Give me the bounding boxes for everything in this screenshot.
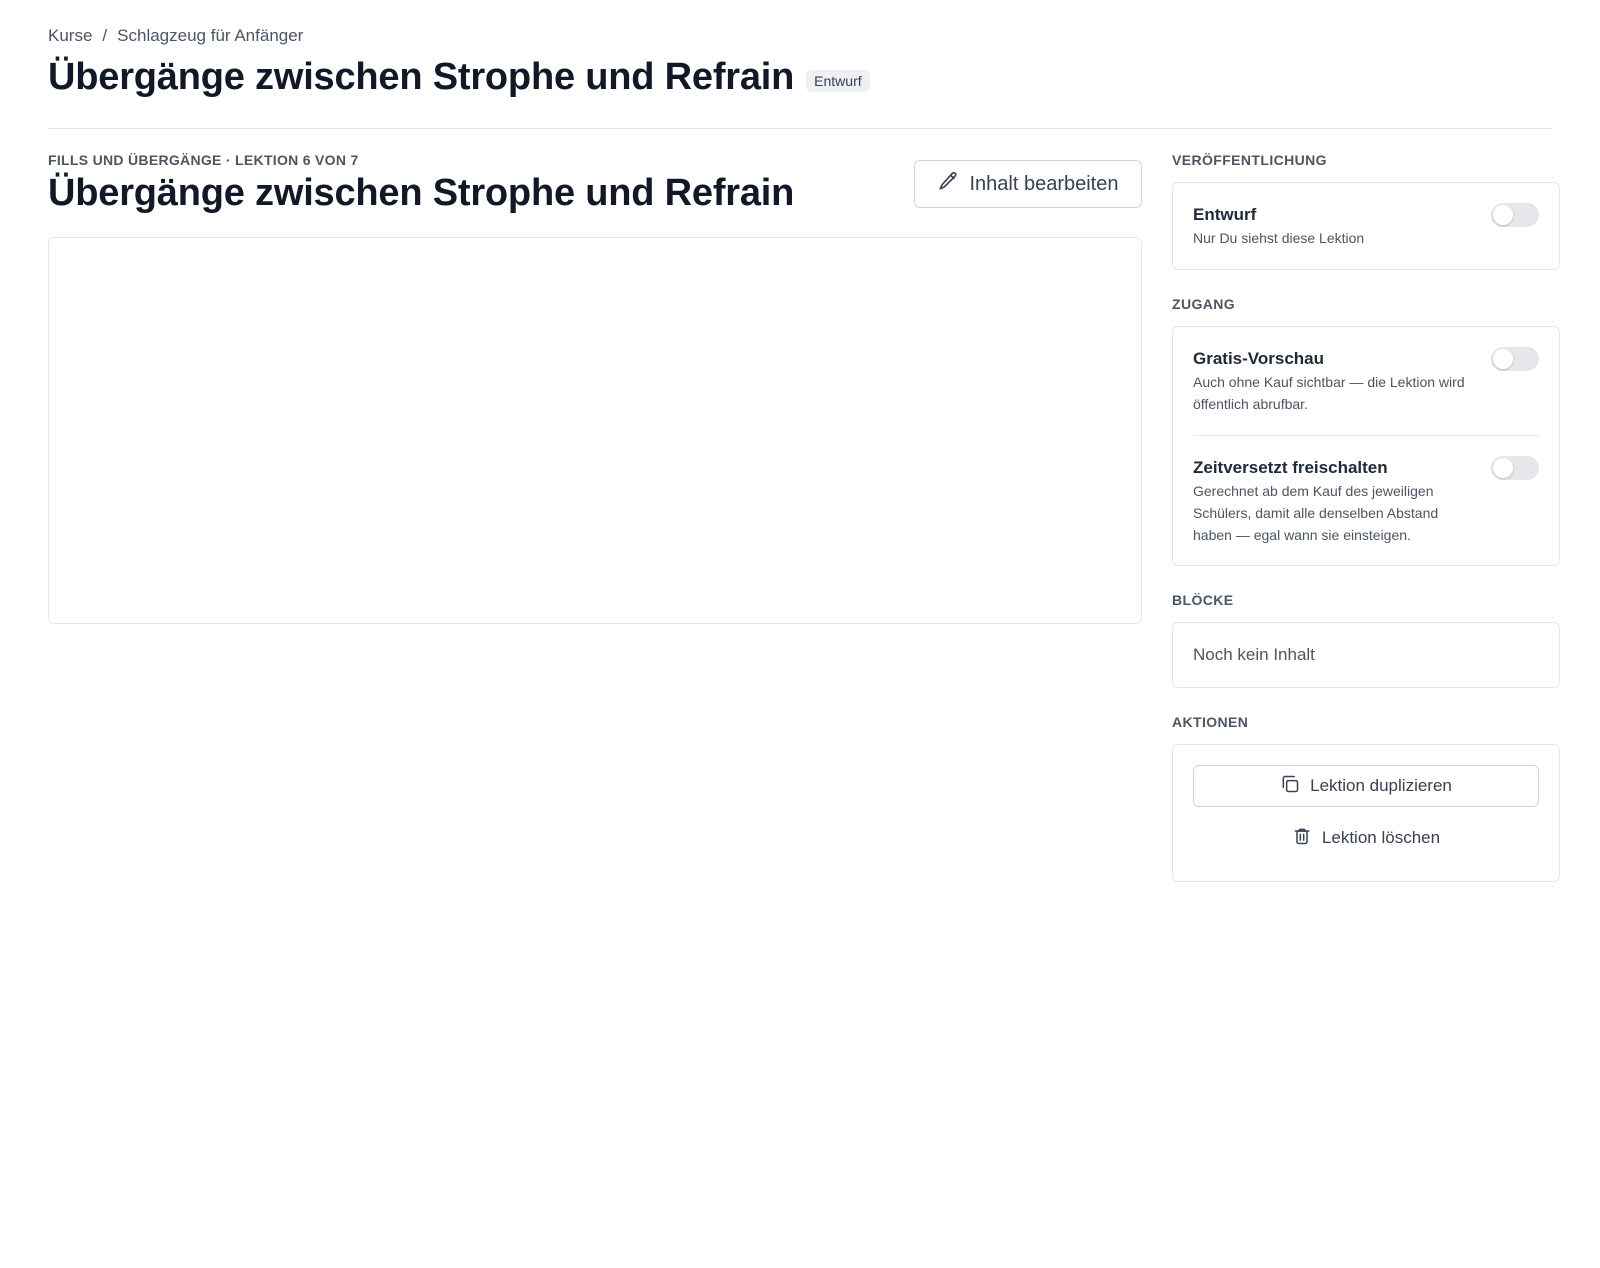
access-heading: ZUGANG (1172, 296, 1236, 312)
free-preview-title: Gratis-Vorschau (1193, 349, 1325, 368)
header-divider (48, 128, 1552, 129)
drip-title: Zeitversetzt freischalten (1193, 458, 1388, 477)
toggle-knob (1493, 458, 1513, 478)
setting-draft: Entwurf Nur Du siehst diese Lektion (1173, 203, 1559, 249)
drip-toggle[interactable] (1491, 456, 1539, 480)
blocks-empty-text: Noch kein Inhalt (1193, 645, 1315, 664)
breadcrumb-separator: / (102, 26, 108, 45)
edit-content-button[interactable]: Inhalt bearbeiten (914, 160, 1142, 208)
edit-content-label: Inhalt bearbeiten (969, 172, 1119, 195)
setting-drip: Zeitversetzt freischalten Gerechnet ab d… (1173, 456, 1559, 546)
actions-heading: AKTIONEN (1172, 714, 1249, 730)
lesson-content-area[interactable] (48, 237, 1142, 624)
status-badge: Entwurf (806, 69, 870, 92)
breadcrumb-item-kurse[interactable]: Kurse (48, 26, 92, 46)
publishing-heading: VERÖFFENTLICHUNG (1172, 152, 1327, 168)
page-header: Übergänge zwischen Strophe und Refrain E… (48, 56, 870, 99)
toggle-knob (1493, 205, 1513, 225)
duplicate-lesson-label: Lektion duplizieren (1310, 776, 1452, 795)
blocks-card: Noch kein Inhalt (1172, 622, 1560, 688)
pencil-icon (937, 170, 959, 198)
draft-title: Entwurf (1193, 205, 1257, 224)
blocks-heading: BLÖCKE (1172, 592, 1234, 608)
drip-description: Gerechnet ab dem Kauf des jeweiligen Sch… (1193, 483, 1439, 543)
setting-divider (1193, 435, 1539, 436)
breadcrumb: Kurse / Schlagzeug für Anfänger (48, 26, 303, 46)
breadcrumb-item-course[interactable]: Schlagzeug für Anfänger (117, 26, 303, 46)
draft-toggle[interactable] (1491, 203, 1539, 227)
lesson-meta: FILLS UND ÜBERGÄNGE · LEKTION 6 VON 7 (48, 152, 359, 168)
delete-lesson-label: Lektion löschen (1321, 828, 1441, 847)
actions-card: Lektion duplizieren Lektion löschen (1172, 744, 1560, 882)
toggle-knob (1493, 349, 1513, 369)
setting-free-preview: Gratis-Vorschau Auch ohne Kauf sichtbar … (1173, 347, 1559, 415)
access-card: Gratis-Vorschau Auch ohne Kauf sichtbar … (1172, 326, 1560, 566)
trash-icon (1292, 826, 1312, 851)
publishing-card: Entwurf Nur Du siehst diese Lektion (1172, 182, 1560, 270)
lesson-title: Übergänge zwischen Strophe und Refrain (48, 172, 795, 214)
page-title: Übergänge zwischen Strophe und Refrain (48, 56, 795, 98)
duplicate-lesson-button[interactable]: Lektion duplizieren (1193, 765, 1539, 807)
delete-lesson-button[interactable]: Lektion löschen (1193, 817, 1539, 859)
draft-description: Nur Du siehst diese Lektion (1193, 230, 1365, 246)
copy-icon (1280, 774, 1300, 799)
free-preview-description: Auch ohne Kauf sichtbar — die Lektion wi… (1193, 374, 1465, 412)
free-preview-toggle[interactable] (1491, 347, 1539, 371)
